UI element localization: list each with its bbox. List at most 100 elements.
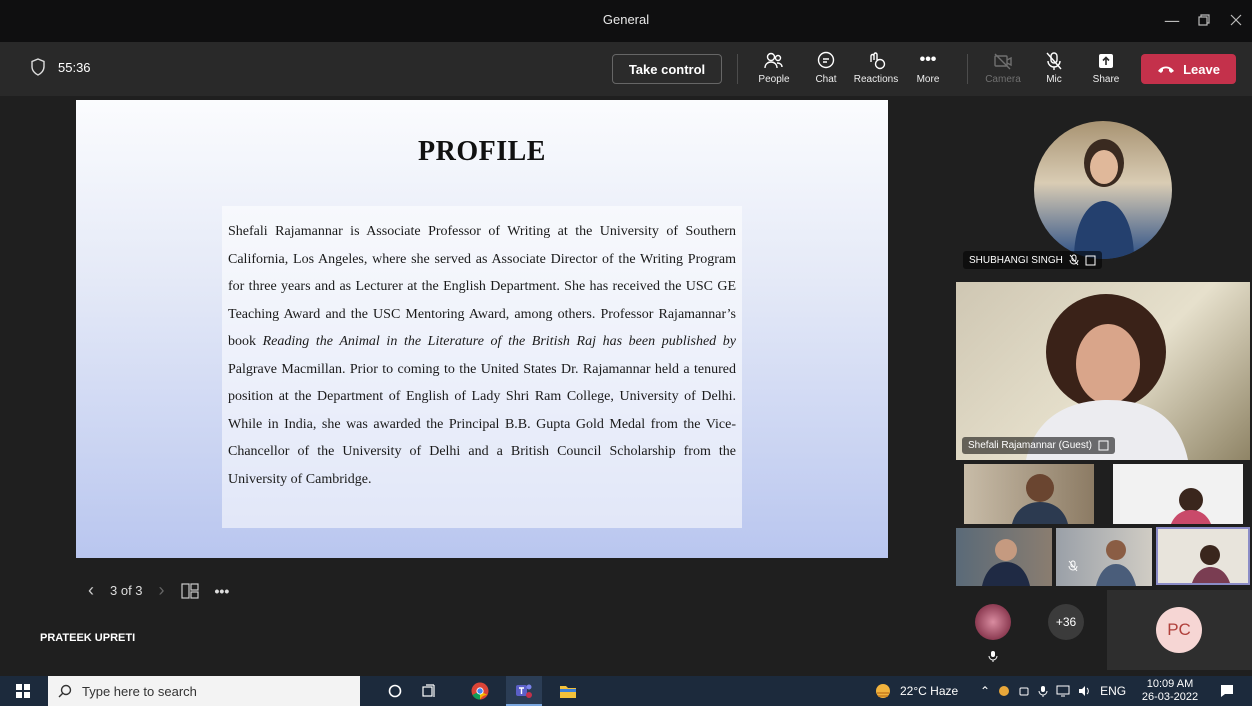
slide-grid-icon[interactable] — [180, 582, 199, 599]
slide-title: PROFILE — [418, 136, 546, 167]
self-view-tile[interactable]: PC — [1107, 590, 1252, 670]
onedrive-icon[interactable] — [1018, 685, 1030, 697]
close-button[interactable] — [1220, 8, 1252, 34]
window-title: General — [602, 12, 650, 27]
network-icon[interactable] — [1056, 685, 1070, 697]
overflow-count: +36 — [1055, 615, 1077, 629]
participant-video[interactable] — [1113, 464, 1243, 524]
chat-button[interactable]: Chat — [803, 48, 849, 90]
search-placeholder: Type here to search — [82, 683, 197, 699]
input-language[interactable]: ENG — [1100, 684, 1126, 698]
teams-taskbar-button[interactable] — [506, 676, 542, 706]
clock-date: 26-03-2022 — [1141, 691, 1199, 703]
toolbar-divider — [967, 54, 968, 84]
people-label: People — [758, 74, 790, 85]
windows-taskbar: Type here to search 22°C Haze ⌃ ENG 10:0… — [0, 676, 1252, 706]
file-explorer-taskbar-button[interactable] — [550, 676, 586, 706]
more-button[interactable]: ••• More — [905, 48, 951, 90]
presentation-slide: PROFILE Shefali Rajamannar is Associate … — [76, 100, 888, 558]
participant-photo — [982, 539, 1030, 586]
shield-icon — [31, 58, 45, 76]
microphone-tray-icon[interactable] — [1038, 685, 1048, 697]
maximize-button[interactable] — [1188, 8, 1220, 34]
share-button[interactable]: Share — [1083, 48, 1129, 90]
timer-text: 55:36 — [58, 59, 91, 75]
share-tray-icon — [1099, 54, 1113, 68]
avatar-initials: PC — [1167, 620, 1191, 639]
slide-counter: 3 of 3 — [110, 583, 143, 598]
participant-photo — [1096, 540, 1136, 586]
participant-avatar-shubhangi[interactable] — [1034, 121, 1172, 259]
meeting-toolbar: 55:36 Take control People Chat Reactions… — [0, 42, 1252, 96]
teams-icon — [516, 684, 532, 698]
camera-button[interactable]: Camera — [980, 48, 1026, 90]
participant-name: SHUBHANGI SINGH — [969, 254, 1063, 266]
participant-video[interactable] — [964, 464, 1094, 524]
previous-slide-icon[interactable]: ‹ — [88, 580, 94, 601]
leave-label: Leave — [1183, 61, 1220, 77]
mic-off-icon — [1069, 254, 1079, 266]
participant-avatar[interactable] — [975, 604, 1011, 640]
participant-video-shefali[interactable]: Shefali Rajamannar (Guest) — [956, 282, 1250, 460]
chat-icon — [817, 51, 835, 69]
participant-name-tag: SHUBHANGI SINGH — [963, 251, 1102, 269]
slide-body-part: Shefali Rajamannar is Associate Professo… — [228, 224, 736, 349]
task-view-icon — [422, 684, 435, 697]
camera-off-icon — [994, 53, 1012, 70]
toolbar-divider — [737, 54, 738, 84]
camera-label: Camera — [985, 74, 1021, 85]
title-bar: General — — [0, 0, 1252, 42]
reactions-button[interactable]: Reactions — [853, 48, 899, 90]
taskbar-search[interactable]: Type here to search — [48, 676, 360, 706]
participant-photo — [1074, 139, 1134, 259]
mic-off-icon — [1046, 52, 1062, 70]
windows-logo-icon — [16, 684, 30, 698]
reactions-label: Reactions — [853, 74, 899, 85]
participant-video-active-speaker[interactable] — [1156, 527, 1250, 585]
phone-hangup-icon — [1158, 66, 1175, 73]
people-button[interactable]: People — [751, 48, 797, 90]
app-tray-icon[interactable] — [998, 685, 1010, 697]
more-participants-button[interactable]: +36 — [1048, 604, 1084, 640]
weather-text: 22°C Haze — [900, 684, 959, 698]
participant-photo — [1171, 488, 1211, 524]
chrome-taskbar-button[interactable] — [462, 676, 498, 706]
take-control-button[interactable]: Take control — [612, 54, 722, 84]
more-icon: ••• — [919, 51, 937, 68]
participant-photo — [1192, 545, 1230, 583]
chevron-up-icon[interactable]: ⌃ — [980, 684, 990, 698]
leave-button[interactable]: Leave — [1141, 54, 1236, 84]
mic-icon — [988, 651, 998, 662]
cortana-icon — [388, 684, 402, 698]
speaker-icon[interactable] — [1078, 685, 1092, 697]
clock[interactable]: 10:09 AM 26-03-2022 — [1141, 676, 1199, 706]
pin-icon — [1098, 440, 1109, 451]
participant-photo — [1012, 474, 1068, 524]
pin-icon — [1085, 255, 1096, 265]
shared-content-stage: PROFILE Shefali Rajamannar is Associate … — [0, 96, 948, 670]
participant-video[interactable] — [1056, 528, 1152, 586]
weather-widget[interactable]: 22°C Haze — [874, 676, 958, 706]
chat-label: Chat — [815, 74, 837, 85]
participant-video[interactable] — [956, 528, 1052, 586]
restore-icon — [1198, 14, 1210, 26]
weather-haze-icon — [876, 684, 890, 698]
slide-more-options-icon[interactable]: ••• — [215, 583, 230, 599]
cortana-button[interactable] — [380, 676, 410, 706]
close-icon — [1230, 14, 1242, 26]
minimize-button[interactable]: — — [1156, 8, 1188, 34]
participant-photo — [1026, 294, 1188, 460]
mic-off-icon — [1068, 560, 1078, 572]
task-view-button[interactable] — [414, 676, 444, 706]
notifications-button[interactable] — [1212, 676, 1242, 706]
start-button[interactable] — [8, 676, 38, 706]
slide-body-part: Palgrave Macmillan. Prior to coming to t… — [228, 361, 736, 487]
next-slide-icon[interactable]: › — [159, 580, 165, 601]
meeting-timer: 55:36 — [30, 58, 91, 76]
more-label: More — [916, 74, 940, 85]
slide-body-text: Shefali Rajamannar is Associate Professo… — [228, 218, 736, 493]
mic-button[interactable]: Mic — [1031, 48, 1077, 90]
presenter-name: PRATEEK UPRETI — [40, 632, 136, 644]
slide-body-italic: Reading the Animal in the Literature of … — [262, 334, 736, 349]
avatar: PC — [1156, 607, 1202, 653]
